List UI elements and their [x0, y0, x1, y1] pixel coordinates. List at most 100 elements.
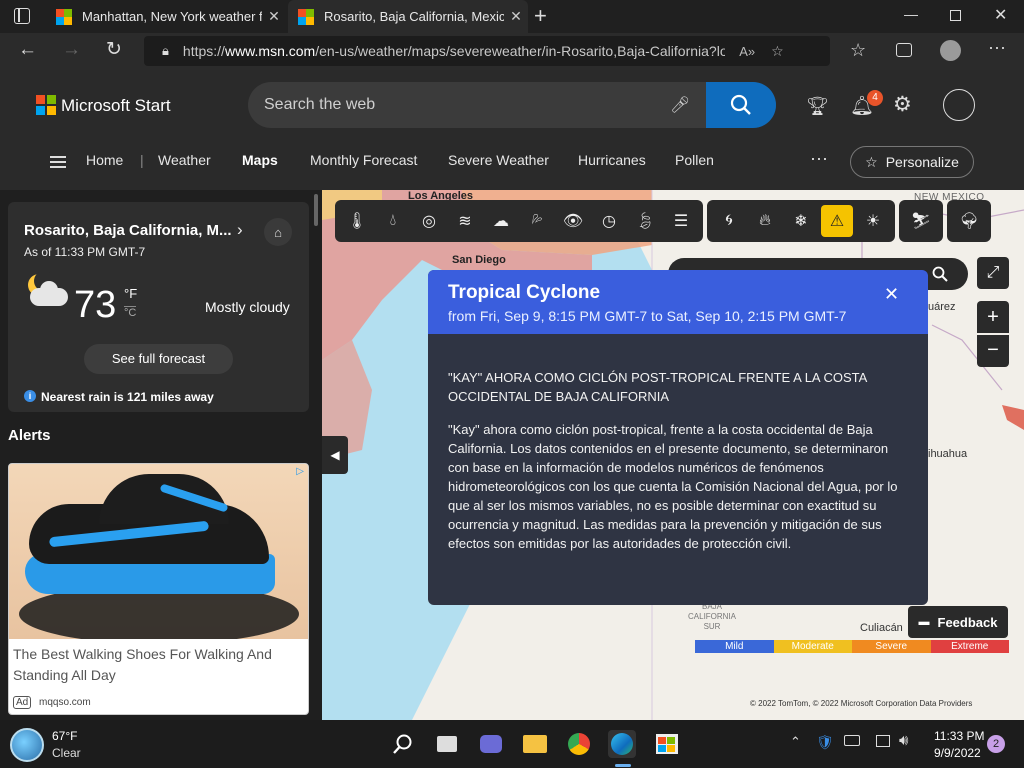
feedback-button[interactable]: ▬ Feedback [908, 606, 1008, 638]
forward-icon[interactable]: → [62, 39, 81, 61]
more-options-icon[interactable]: ··· [988, 37, 1006, 58]
minimize-button[interactable]: — [904, 6, 918, 22]
clock-time[interactable]: 11:33 PM [934, 729, 984, 743]
zoom-in-button[interactable]: + [977, 301, 1009, 333]
clock-date[interactable]: 9/9/2022 [934, 746, 981, 760]
lock-icon: 🔒︎ [162, 43, 169, 58]
start-windows-icon[interactable] [345, 730, 373, 758]
temperature-icon[interactable]: 🌡︎ [341, 205, 373, 237]
scroll-thumb[interactable] [314, 194, 318, 226]
nav-weather[interactable]: Weather [158, 152, 211, 168]
url-field[interactable]: 🔒︎ https://www.msn.com/en-us/weather/map… [144, 36, 830, 66]
refresh-icon[interactable]: ↻ [106, 38, 122, 61]
cloud-icon[interactable]: ☁︎ [485, 205, 517, 237]
air-quality-icon[interactable]: ☰ [665, 205, 697, 237]
personalize-button[interactable]: ☆ Personalize [850, 146, 974, 178]
hurricane-icon[interactable]: 🌀︎ [713, 205, 745, 237]
add-favorite-icon[interactable]: ☆ [771, 43, 784, 60]
nav-severe-weather[interactable]: Severe Weather [448, 152, 549, 168]
location-title[interactable]: Rosarito, Baja California, M... [24, 222, 232, 239]
back-icon[interactable]: ← [18, 39, 37, 61]
earthquake-icon[interactable]: ☀︎ [857, 205, 889, 237]
ad-title[interactable]: The Best Walking Shoes For Walking And S… [13, 644, 305, 686]
file-explorer-icon[interactable] [521, 730, 549, 758]
read-aloud-icon[interactable]: A» [739, 44, 755, 59]
favorites-icon[interactable]: ☆ [850, 40, 866, 61]
taskbar-weather-cond[interactable]: Clear [52, 746, 81, 760]
settings-gear-icon[interactable]: ⚙ [893, 92, 912, 117]
notification-center-badge[interactable]: 2 [987, 735, 1005, 753]
ad-card[interactable]: ▷ The Best Walking Shoes For Walking And… [8, 463, 309, 715]
home-icon[interactable]: ⌂ [264, 218, 292, 246]
ad-shoe-image[interactable] [9, 464, 308, 639]
security-shield-icon[interactable]: 🛡︎ [816, 734, 834, 751]
teams-chat-icon[interactable] [477, 730, 505, 758]
see-full-forecast-button[interactable]: See full forecast [84, 344, 233, 374]
microphone-icon[interactable]: 🎤︎ [670, 95, 706, 115]
unit-fahrenheit[interactable]: °F [124, 286, 137, 301]
ad-choices-icon[interactable]: ▷ [296, 466, 304, 477]
restore-button[interactable] [950, 10, 961, 21]
pollen-leaf-icon[interactable]: 🍃︎ [629, 205, 661, 237]
keyboard-icon[interactable] [844, 735, 860, 746]
legend-mild: Mild [695, 640, 774, 653]
account-icon[interactable] [943, 89, 975, 121]
close-tab-icon[interactable]: ✕ [504, 8, 528, 25]
nav-maps[interactable]: Maps [242, 152, 278, 168]
collapse-panel-button[interactable]: ◀ [322, 436, 348, 474]
close-window-button[interactable]: ✕ [994, 5, 1007, 25]
chevron-right-icon[interactable]: › [237, 220, 243, 240]
nav-pollen[interactable]: Pollen [675, 152, 714, 168]
visibility-eye-icon[interactable]: 👁︎ [557, 205, 589, 237]
volume-icon[interactable]: 🔊︎ [899, 732, 908, 749]
tab-rosarito[interactable]: Rosarito, Baja California, Mexico ✕ [288, 0, 528, 33]
search-box[interactable]: Search the web 🎤︎ [248, 82, 776, 128]
brand-name[interactable]: Microsoft Start [61, 96, 171, 116]
task-view-icon[interactable] [433, 730, 461, 758]
ad-source[interactable]: mqqso.com [39, 697, 91, 708]
search-icon[interactable] [389, 730, 417, 758]
profile-avatar[interactable] [940, 40, 961, 61]
severe-weather-warning-icon[interactable]: ⚠︎ [821, 205, 853, 237]
close-tab-icon[interactable]: ✕ [262, 8, 286, 25]
hamburger-menu-icon[interactable] [50, 156, 66, 168]
rewards-icon[interactable]: 🏆︎ [806, 96, 829, 117]
tab-actions-icon[interactable] [14, 8, 30, 24]
map-attribution[interactable]: © 2022 TomTom, © 2022 Microsoft Corporat… [750, 699, 972, 708]
nav-more-icon[interactable]: ··· [810, 148, 828, 169]
humidity-icon[interactable]: 💦︎ [521, 205, 553, 237]
ski-icon[interactable]: ⛷︎ [905, 205, 937, 237]
edge-icon[interactable] [608, 730, 636, 758]
left-panel: Rosarito, Baja California, M... › ⌂ As o… [0, 190, 322, 720]
fullscreen-icon[interactable]: ⤢ [977, 257, 1009, 289]
snowflake-icon[interactable]: ❄︎ [785, 205, 817, 237]
microsoft-store-icon[interactable] [653, 730, 681, 758]
search-input[interactable]: Search the web [264, 96, 670, 114]
chrome-icon[interactable] [565, 730, 593, 758]
new-tab-button[interactable]: + [534, 3, 547, 29]
search-button[interactable] [706, 82, 776, 128]
nav-monthly-forecast[interactable]: Monthly Forecast [310, 152, 417, 168]
weather-widget-icon[interactable] [10, 728, 44, 762]
close-icon[interactable]: ✕ [884, 284, 899, 305]
radar-icon[interactable]: ◎ [413, 205, 445, 237]
severity-legend: Mild Moderate Severe Extreme [695, 640, 1009, 653]
url-path: /en-us/weather/maps/severeweather/in-Ros… [315, 43, 726, 59]
fire-icon[interactable]: 🔥︎ [749, 205, 781, 237]
collections-icon[interactable] [896, 43, 912, 57]
network-icon[interactable] [876, 735, 890, 747]
microsoft-logo-icon[interactable] [36, 95, 56, 115]
tab-manhattan[interactable]: Manhattan, New York weather fo ✕ [46, 0, 286, 33]
nav-hurricanes[interactable]: Hurricanes [578, 152, 646, 168]
hidden-icons-chevron-icon[interactable]: ⌃ [790, 734, 801, 750]
wind-icon[interactable]: ≋ [449, 205, 481, 237]
tree-icon[interactable]: 🌳︎ [953, 205, 985, 237]
severe-weather-map[interactable]: Los Angeles San Diego NEW MEXICO uárez i… [322, 190, 1024, 720]
pressure-gauge-icon[interactable]: ◷ [593, 205, 625, 237]
taskbar-weather-temp[interactable]: 67°F [52, 729, 77, 743]
nav-home[interactable]: Home [86, 152, 123, 168]
precipitation-drop-icon[interactable]: 💧︎ [377, 205, 409, 237]
msn-favicon-icon [56, 8, 72, 25]
zoom-out-button[interactable]: − [977, 335, 1009, 367]
unit-celsius[interactable]: °C [124, 306, 137, 319]
